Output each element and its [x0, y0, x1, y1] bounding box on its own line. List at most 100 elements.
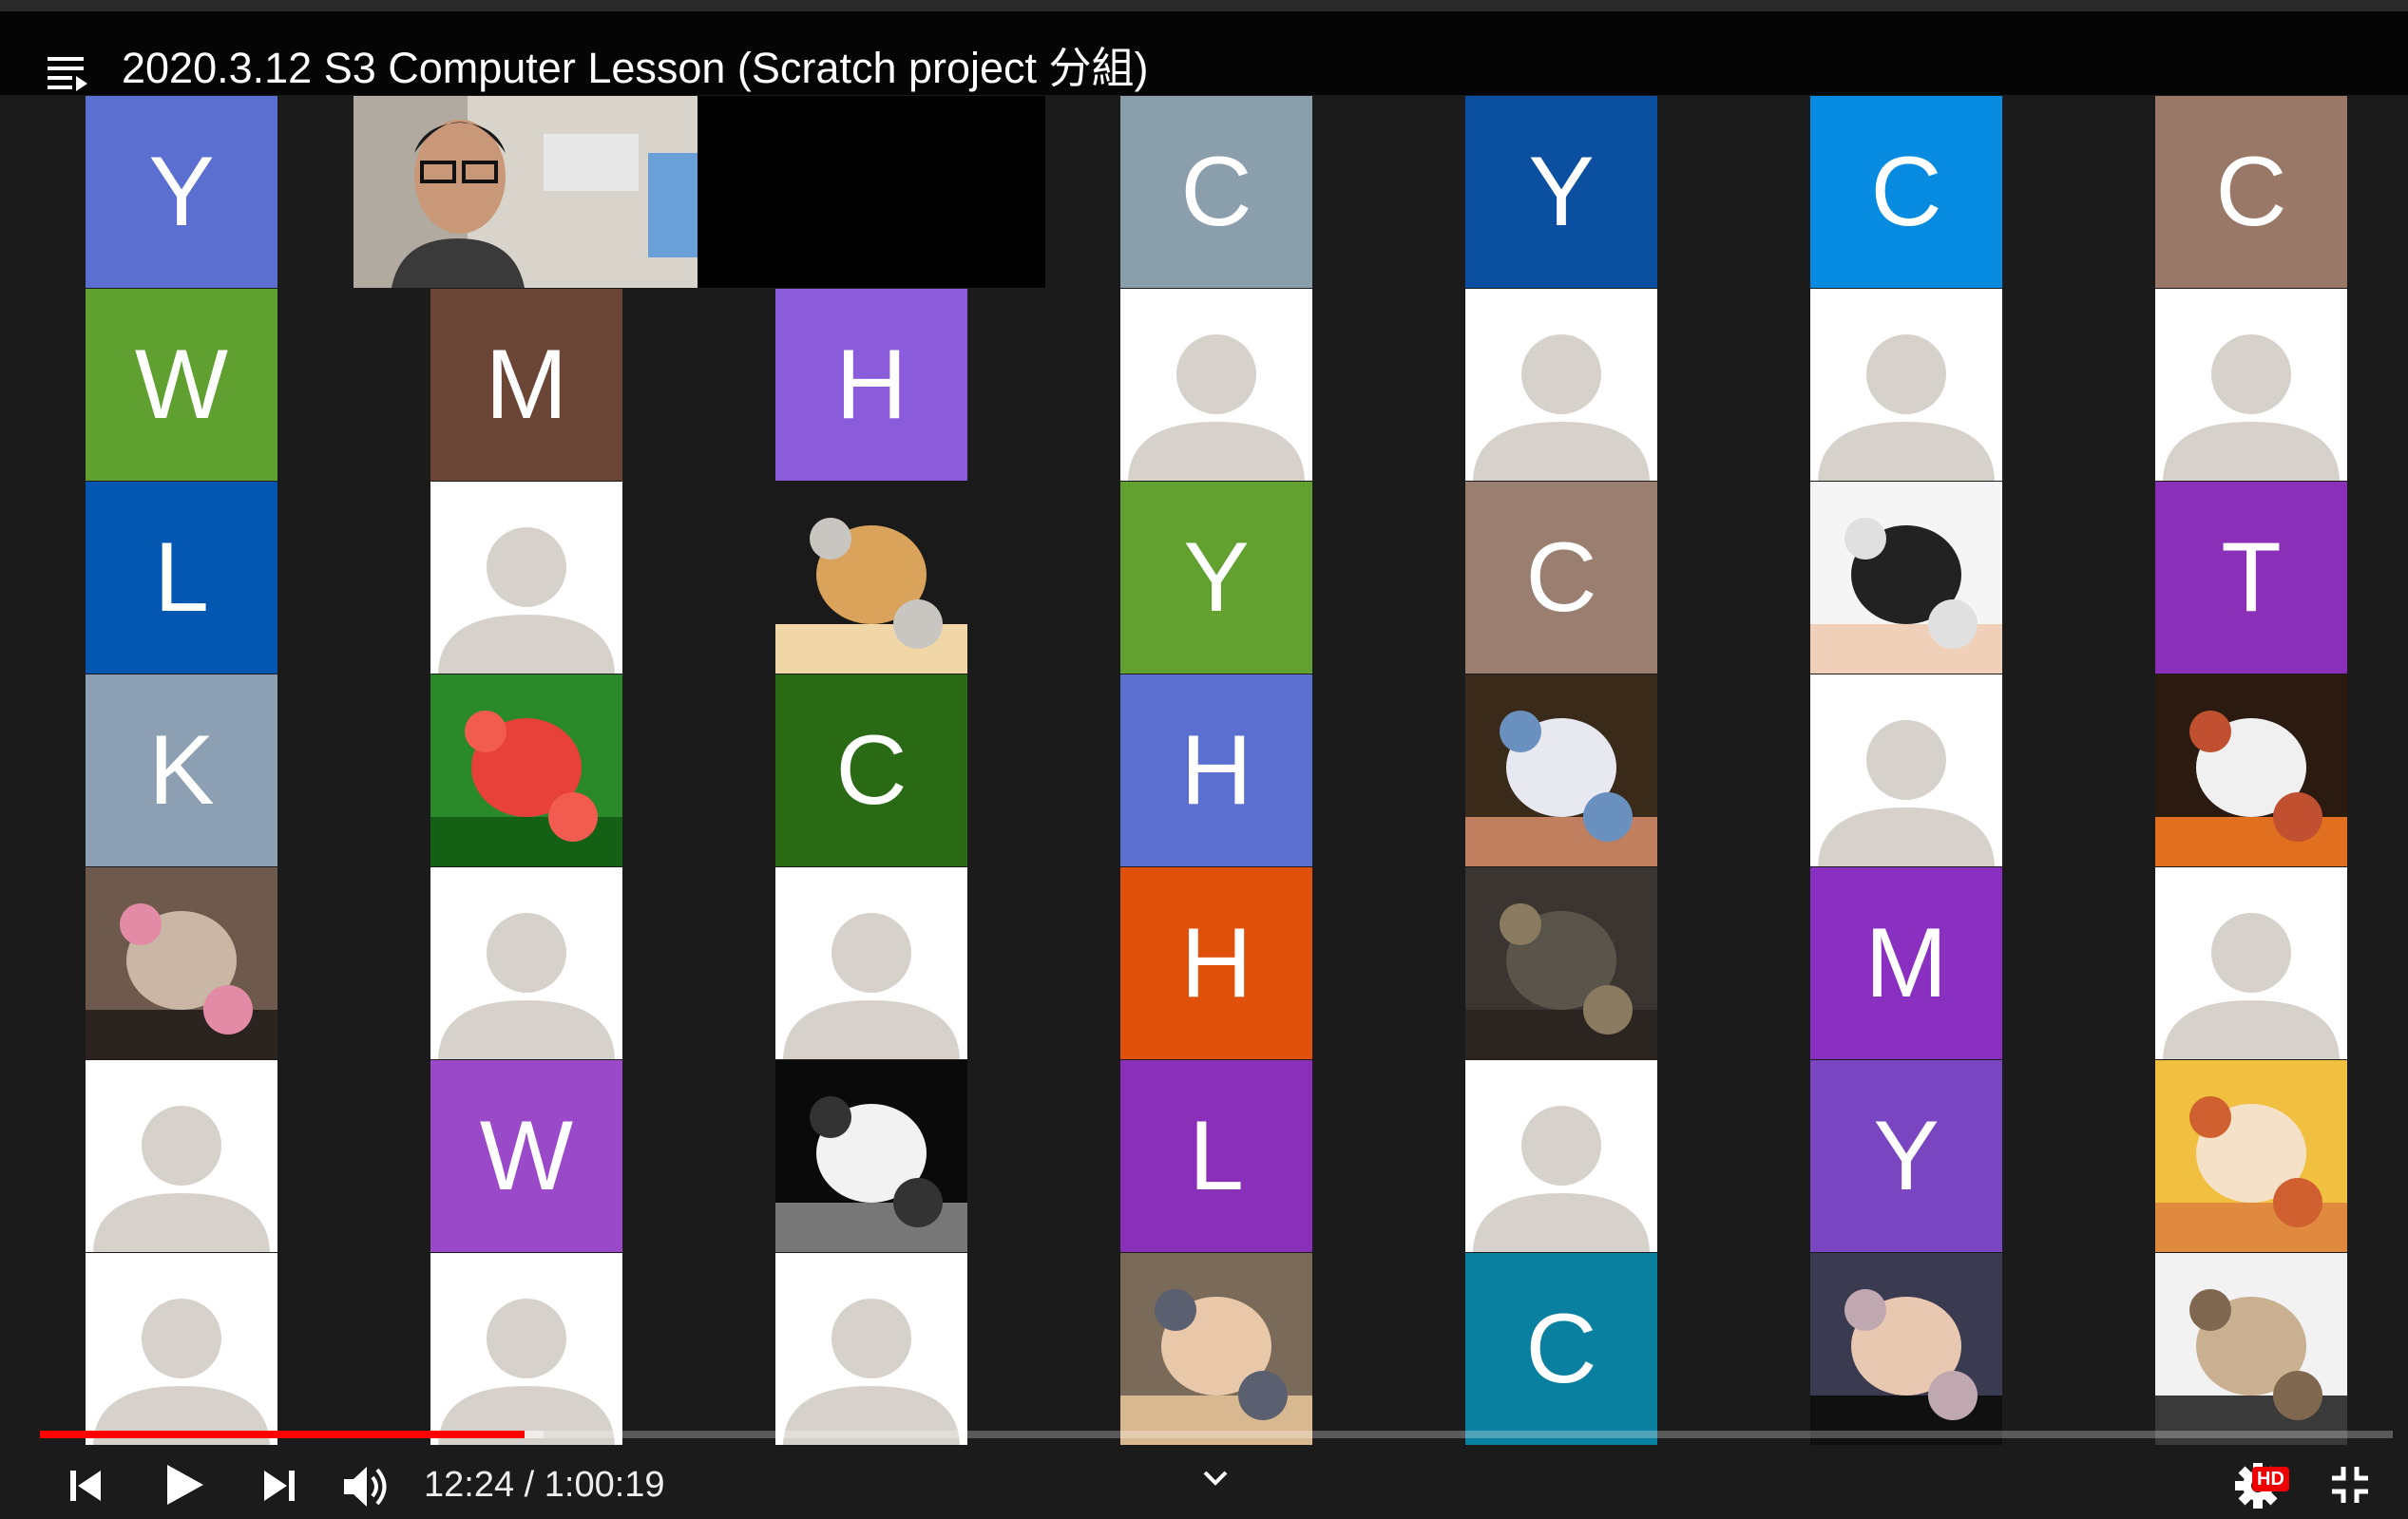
participant-tile[interactable]: C [775, 674, 967, 866]
participant-tile[interactable] [430, 482, 622, 674]
participant-tile[interactable] [1810, 674, 2002, 866]
participant-tile[interactable] [86, 1060, 277, 1252]
participant-tile[interactable]: K [86, 674, 277, 866]
time-display: 12:24 / 1:00:19 [424, 1464, 665, 1506]
participant-initial: M [485, 330, 568, 440]
participant-tile[interactable]: W [86, 289, 277, 481]
participant-tile[interactable]: L [1120, 1060, 1312, 1252]
default-avatar-icon [1473, 334, 1650, 481]
band-photo [2155, 1253, 2347, 1445]
celebrity-photo [1810, 482, 2002, 674]
participant-tile[interactable] [775, 1253, 967, 1445]
participant-tile[interactable] [1120, 289, 1312, 481]
default-avatar-icon [1818, 334, 1995, 481]
participant-tile[interactable]: C [1810, 96, 2002, 288]
participant-photo[interactable] [86, 867, 277, 1059]
participant-initial: K [148, 715, 215, 826]
default-avatar-icon [1473, 1106, 1650, 1252]
participant-tile[interactable]: H [1120, 867, 1312, 1059]
participant-photo[interactable] [1465, 867, 1657, 1059]
participant-photo[interactable] [2155, 1253, 2347, 1445]
forky-image [1465, 674, 1657, 866]
participant-tile[interactable]: Y [1465, 96, 1657, 288]
participant-initial: L [154, 522, 209, 633]
play-icon[interactable] [160, 1461, 207, 1509]
participant-tile[interactable] [86, 1253, 277, 1445]
current-time: 12:24 [424, 1465, 515, 1505]
participant-tile[interactable]: T [2155, 482, 2347, 674]
default-avatar-icon [1128, 334, 1305, 481]
participant-photo[interactable] [1120, 1253, 1312, 1445]
participant-tile[interactable] [1810, 289, 2002, 481]
empty-tile [775, 96, 967, 288]
participant-tile[interactable] [1465, 1060, 1657, 1252]
hamster-image [775, 482, 967, 674]
participant-tile[interactable]: H [1120, 674, 1312, 866]
participant-initial: Y [1873, 1101, 1940, 1211]
played-bar [40, 1431, 526, 1438]
default-avatar-icon [783, 913, 960, 1059]
participant-initial: Y [1183, 522, 1250, 633]
participant-tile[interactable]: L [86, 482, 277, 674]
participant-initial: H [1180, 715, 1252, 826]
hd-badge: HD [2252, 1467, 2289, 1491]
next-icon[interactable] [260, 1467, 298, 1505]
previous-icon[interactable] [67, 1467, 105, 1505]
chevron-down-icon[interactable] [1201, 1467, 1230, 1490]
participant-photo[interactable] [1810, 482, 2002, 674]
participant-tile[interactable]: M [430, 289, 622, 481]
participant-tile[interactable]: H [775, 289, 967, 481]
participant-tile[interactable]: C [1465, 482, 1657, 674]
progress-bar[interactable] [40, 1431, 2393, 1438]
cats-on-sofa [1465, 867, 1657, 1059]
olaf-image [2155, 674, 2347, 866]
watermelon-image [430, 674, 622, 866]
participant-initial: H [1180, 908, 1252, 1018]
participant-photo[interactable] [1465, 674, 1657, 866]
participant-tile[interactable]: C [2155, 96, 2347, 288]
participant-photo[interactable] [2155, 1060, 2347, 1252]
participant-tile[interactable]: Y [86, 96, 277, 288]
participant-initial: C [1525, 522, 1597, 633]
playlist-icon[interactable] [46, 51, 87, 97]
video-frame[interactable]: YWLKMWHCCYHHLYCCCMYCT 2020.3.12 S3 Compu… [0, 0, 2408, 1519]
volume-icon[interactable] [340, 1461, 392, 1512]
participant-tile[interactable] [2155, 867, 2347, 1059]
participant-initial: L [1189, 1101, 1244, 1211]
participant-photo[interactable] [775, 1060, 967, 1252]
participant-initial: C [1525, 1294, 1597, 1404]
participant-tile[interactable] [430, 867, 622, 1059]
participant-tile[interactable]: C [1120, 96, 1312, 288]
participant-tile[interactable] [430, 1253, 622, 1445]
participant-initial: Y [148, 137, 215, 247]
participant-tile[interactable]: W [430, 1060, 622, 1252]
exit-fullscreen-icon[interactable] [2326, 1461, 2374, 1509]
time-separator: / [514, 1465, 545, 1505]
participant-initial: Y [1528, 137, 1595, 247]
top-edge [0, 0, 2408, 11]
default-avatar-icon [2163, 913, 2340, 1059]
participant-photo[interactable] [775, 482, 967, 674]
participant-tile[interactable] [775, 867, 967, 1059]
default-avatar-icon [2163, 334, 2340, 481]
video-top-bar: 2020.3.12 S3 Computer Lesson (Scratch pr… [0, 0, 2408, 95]
participant-tile[interactable]: Y [1810, 1060, 2002, 1252]
friends-selfie [1810, 1253, 2002, 1445]
participant-tile[interactable]: M [1810, 867, 2002, 1059]
participant-tile[interactable] [2155, 289, 2347, 481]
participant-tile[interactable] [1465, 289, 1657, 481]
duration: 1:00:19 [544, 1465, 665, 1505]
default-avatar-icon [93, 1299, 270, 1445]
participant-initial: W [134, 330, 229, 440]
student-selfie [1120, 1253, 1312, 1445]
video-title[interactable]: 2020.3.12 S3 Computer Lesson (Scratch pr… [122, 42, 1149, 95]
default-avatar-icon [1818, 720, 1995, 866]
participant-tile[interactable]: C [1465, 1253, 1657, 1445]
participant-photo[interactable] [2155, 674, 2347, 866]
participant-initial: C [1180, 137, 1252, 247]
default-avatar-icon [438, 527, 615, 674]
participant-initial: W [479, 1101, 574, 1211]
participant-photo[interactable] [1810, 1253, 2002, 1445]
participant-photo[interactable] [430, 674, 622, 866]
participant-tile[interactable]: Y [1120, 482, 1312, 674]
